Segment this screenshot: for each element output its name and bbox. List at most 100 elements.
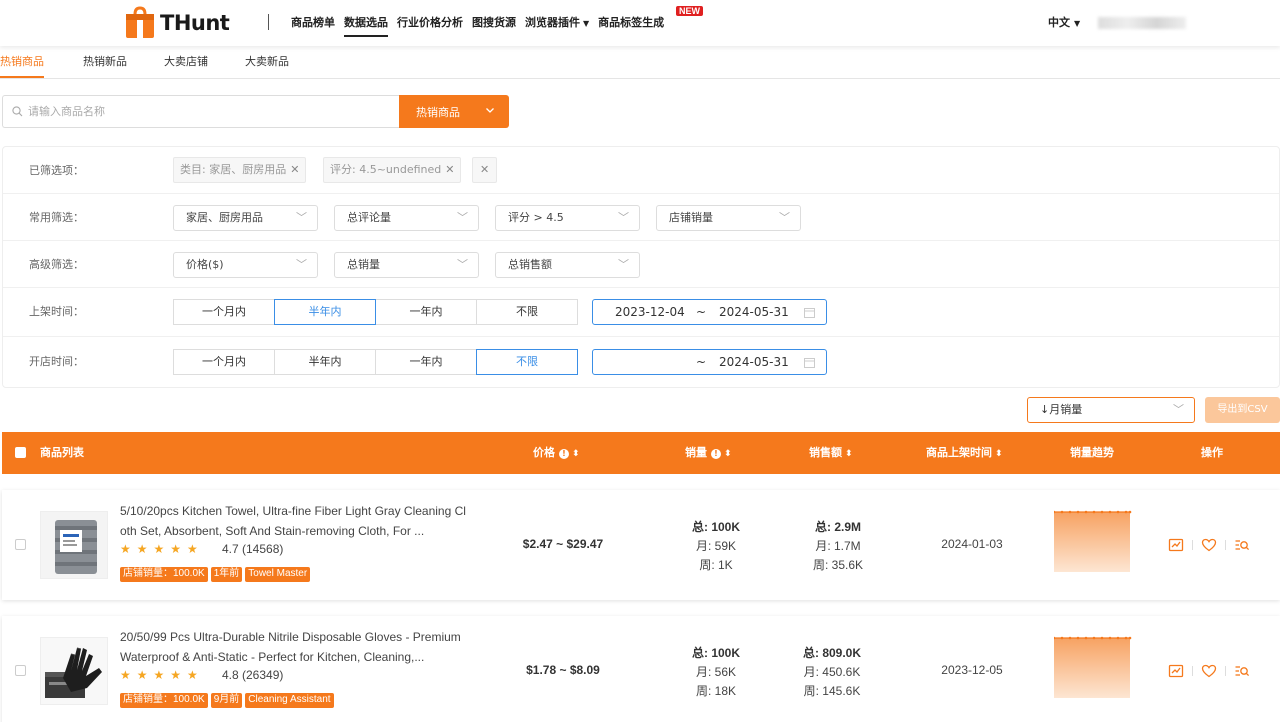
nav-item-price-analysis[interactable]: 行业价格分析 bbox=[397, 0, 463, 46]
heart-icon[interactable] bbox=[1201, 537, 1217, 553]
close-icon[interactable]: ✕ bbox=[445, 163, 454, 176]
total-sales-select[interactable]: 总销量 ﹀ bbox=[334, 252, 479, 278]
divider bbox=[1225, 666, 1226, 676]
listed-option-half-year[interactable]: 半年内 bbox=[274, 299, 376, 325]
top-navigation: THunt 商品榜单 数据选品 行业价格分析 图搜货源 浏览器插件 ▼ 商品标签生… bbox=[0, 0, 1280, 46]
filter-chip-rating: 评分: 4.5~undefined ✕ bbox=[323, 157, 462, 183]
revenue-week: 周: 145.6K bbox=[803, 684, 861, 698]
nav-item-label-generator[interactable]: 商品标签生成 bbox=[598, 0, 664, 46]
filter-label: 开店时间： bbox=[29, 355, 84, 368]
sales-trend-chart[interactable] bbox=[1052, 510, 1132, 572]
search-similar-icon[interactable] bbox=[1234, 537, 1250, 553]
trend-chart-icon[interactable] bbox=[1168, 663, 1184, 679]
store-sales-select[interactable]: 店铺销量 ﹀ bbox=[656, 205, 801, 231]
brand-logo[interactable]: THunt bbox=[124, 4, 230, 42]
sort-icon[interactable]: ⬍ bbox=[572, 449, 580, 459]
divider bbox=[1192, 540, 1193, 550]
header-listed-time[interactable]: 商品上架时间 ⬍ bbox=[926, 432, 1003, 474]
header-sales[interactable]: 销量! ⬍ bbox=[685, 432, 732, 474]
price-select[interactable]: 价格($) ﹀ bbox=[173, 252, 318, 278]
row-operations bbox=[1168, 537, 1250, 553]
nav-item-rankings[interactable]: 商品榜单 bbox=[291, 0, 335, 46]
chevron-down-icon: ﹀ bbox=[618, 258, 629, 271]
tab-top-stores[interactable]: 大卖店铺 bbox=[164, 47, 208, 78]
sales-total: 总: 100K bbox=[691, 520, 741, 534]
listed-date-range[interactable]: 2023-12-04 ~ 2024-05-31 bbox=[592, 299, 827, 325]
select-all-checkbox[interactable] bbox=[15, 447, 26, 458]
sales-trend-chart[interactable] bbox=[1052, 636, 1132, 698]
shop-option-1-year[interactable]: 一年内 bbox=[375, 349, 477, 375]
caret-down-icon: ▼ bbox=[583, 19, 590, 28]
tag-store-sales: 店铺销量：100.0K bbox=[120, 693, 208, 708]
filter-label: 常用筛选： bbox=[29, 211, 84, 224]
filter-row-listed-time: 上架时间： 一个月内 半年内 一年内 不限 2023-12-04 ~ 2024-… bbox=[3, 288, 1279, 337]
filter-row-selected: 已筛选项： 类目: 家居、厨房用品 ✕ 评分: 4.5~undefined ✕ ✕ bbox=[3, 147, 1279, 194]
filter-panel: 已筛选项： 类目: 家居、厨房用品 ✕ 评分: 4.5~undefined ✕ ✕ … bbox=[2, 146, 1280, 388]
total-reviews-select[interactable]: 总评论量 ﹀ bbox=[334, 205, 479, 231]
shop-option-half-year[interactable]: 半年内 bbox=[274, 349, 376, 375]
row-checkbox[interactable] bbox=[15, 539, 26, 550]
tab-top-new[interactable]: 大卖新品 bbox=[245, 47, 289, 78]
close-icon[interactable]: ✕ bbox=[290, 163, 299, 176]
main-nav: 商品榜单 数据选品 行业价格分析 图搜货源 浏览器插件 ▼ 商品标签生成 bbox=[291, 0, 673, 46]
sort-icon[interactable]: ⬍ bbox=[845, 449, 853, 459]
shop-option-1-month[interactable]: 一个月内 bbox=[173, 349, 275, 375]
total-revenue-select[interactable]: 总销售额 ﹀ bbox=[495, 252, 640, 278]
listed-option-1-year[interactable]: 一年内 bbox=[375, 299, 477, 325]
nav-item-browser-plugin[interactable]: 浏览器插件 ▼ bbox=[525, 0, 589, 46]
sales-week: 周: 18K bbox=[695, 684, 737, 698]
table-row: 20/50/99 Pcs Ultra-Durable Nitrile Dispo… bbox=[2, 616, 1280, 722]
search-input[interactable] bbox=[28, 105, 388, 118]
product-image-towels[interactable] bbox=[40, 511, 108, 579]
sort-icon[interactable]: ⬍ bbox=[995, 449, 1003, 459]
tag-store-name[interactable]: Cleaning Assistant bbox=[245, 693, 334, 708]
tag-store-sales: 店铺销量：100.0K bbox=[120, 567, 208, 582]
clear-filters-button[interactable]: ✕ bbox=[472, 157, 498, 183]
revenue-cell: 总: 2.9M 月: 1.7M 周: 35.6K bbox=[798, 518, 878, 575]
language-selector[interactable]: 中文 ▼ bbox=[1048, 0, 1080, 46]
shop-date-range[interactable]: ~ 2024-05-31 bbox=[592, 349, 827, 375]
revenue-month: 月: 450.6K bbox=[803, 665, 861, 679]
header-price[interactable]: 价格! ⬍ bbox=[533, 432, 580, 474]
filter-label: 上架时间： bbox=[29, 305, 84, 318]
sales-cell: 总: 100K 月: 59K 周: 1K bbox=[676, 518, 756, 575]
user-account-blurred[interactable] bbox=[1098, 17, 1186, 29]
product-title[interactable]: 5/10/20pcs Kitchen Towel, Ultra-fine Fib… bbox=[120, 501, 472, 541]
row-checkbox[interactable] bbox=[15, 665, 26, 676]
listed-option-1-month[interactable]: 一个月内 bbox=[173, 299, 275, 325]
nav-item-image-search[interactable]: 图搜货源 bbox=[472, 0, 516, 46]
rating-select[interactable]: 评分 > 4.5 ﹀ bbox=[495, 205, 640, 231]
export-csv-button[interactable]: 导出到CSV bbox=[1205, 397, 1280, 423]
sort-select[interactable]: ↓月销量 ﹀ bbox=[1027, 397, 1195, 423]
revenue-week: 周: 35.6K bbox=[812, 558, 864, 572]
calendar-icon bbox=[804, 308, 815, 318]
tag-store-name[interactable]: Towel Master bbox=[245, 567, 311, 582]
product-image-gloves[interactable] bbox=[40, 637, 108, 705]
listed-option-unlimited[interactable]: 不限 bbox=[476, 299, 578, 325]
search-similar-icon[interactable] bbox=[1234, 663, 1250, 679]
price-range: $2.47 ~ $29.47 bbox=[522, 537, 604, 551]
tab-hot-products[interactable]: 热销商品 bbox=[0, 47, 44, 78]
nav-item-data-selection[interactable]: 数据选品 bbox=[344, 0, 388, 46]
product-title[interactable]: 20/50/99 Pcs Ultra-Durable Nitrile Dispo… bbox=[120, 627, 472, 667]
shop-option-unlimited[interactable]: 不限 bbox=[476, 349, 578, 375]
sales-total: 总: 100K bbox=[691, 646, 741, 660]
revenue-total: 总: 809.0K bbox=[802, 646, 862, 660]
category-select[interactable]: 家居、厨房用品 ﹀ bbox=[173, 205, 318, 231]
search-scope-select[interactable]: 热销商品 bbox=[399, 95, 509, 128]
close-icon: ✕ bbox=[480, 163, 490, 176]
tab-hot-new[interactable]: 热销新品 bbox=[83, 47, 127, 78]
sales-week: 周: 1K bbox=[699, 558, 733, 572]
nav-divider bbox=[268, 14, 269, 30]
header-revenue[interactable]: 销售额 ⬍ bbox=[809, 432, 853, 474]
filter-label: 高级筛选： bbox=[29, 258, 84, 271]
info-icon[interactable]: ! bbox=[559, 449, 569, 459]
filter-row-advanced: 高级筛选： 价格($) ﹀ 总销量 ﹀ 总销售额 ﹀ bbox=[3, 241, 1279, 288]
heart-icon[interactable] bbox=[1201, 663, 1217, 679]
product-tags: 店铺销量：100.0K 1年前 Towel Master bbox=[120, 567, 313, 582]
table-header: 商品列表 价格! ⬍ 销量! ⬍ 销售额 ⬍ 商品上架时间 ⬍ 销量趋势 操作 bbox=[2, 432, 1280, 474]
sort-icon[interactable]: ⬍ bbox=[724, 449, 732, 459]
info-icon[interactable]: ! bbox=[711, 449, 721, 459]
trend-chart-icon[interactable] bbox=[1168, 537, 1184, 553]
sales-cell: 总: 100K 月: 56K 周: 18K bbox=[676, 644, 756, 701]
